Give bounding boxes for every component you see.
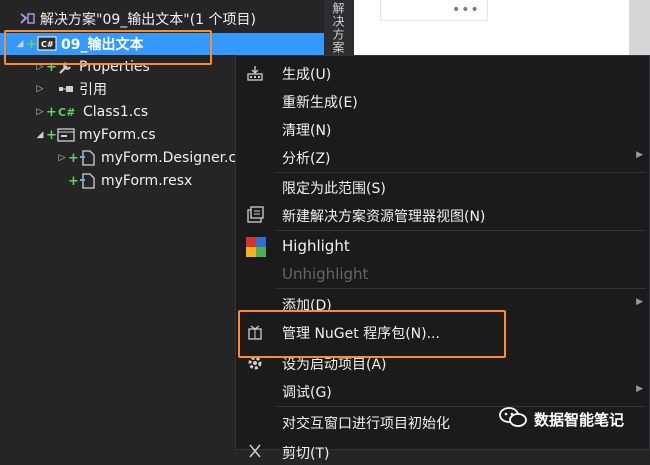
collapsed-arrow-icon[interactable]: ▷ <box>56 153 68 163</box>
menu-item-label: 新建解决方案资源管理器视图(N) <box>282 209 486 225</box>
menu-item-label: 清理(N) <box>282 123 332 139</box>
menu-item-label: 对交互窗口进行项目初始化 <box>282 416 450 432</box>
pending-add-icon: + <box>46 127 57 143</box>
menu-item-label: 分析(Z) <box>282 151 331 167</box>
menu-item-analyze[interactable]: 分析(Z) ▶ <box>236 144 649 170</box>
expand-arrow-icon[interactable]: ◢ <box>34 130 46 140</box>
myform-label: myForm.cs <box>79 127 156 143</box>
pending-add-icon: + <box>68 173 79 189</box>
svg-text:C#: C# <box>58 106 75 119</box>
menu-separator <box>276 230 646 231</box>
scissors-icon <box>246 443 264 461</box>
myform-resx-label: myForm.resx <box>101 173 193 189</box>
file-resource-icon <box>79 173 97 189</box>
submenu-arrow-icon: ▶ <box>636 297 643 307</box>
menu-separator <box>276 172 646 173</box>
references-icon <box>57 81 75 97</box>
highlight-icon <box>246 237 266 257</box>
pending-add-icon: + <box>46 104 57 120</box>
menu-separator <box>276 288 646 289</box>
references-label: 引用 <box>79 82 107 98</box>
solution-label: 解决方案"09_输出文本"(1 个项目) <box>40 12 256 28</box>
menu-item-highlight[interactable]: Highlight <box>236 233 649 259</box>
pending-add-icon: + <box>68 150 79 166</box>
menu-item-clean[interactable]: 清理(N) <box>236 116 649 142</box>
myform-designer-label: myForm.Designer.cs <box>101 150 244 166</box>
menu-item-build[interactable]: 生成(U) <box>236 60 649 86</box>
csharp-file-icon: C# <box>57 104 79 120</box>
wechat-icon <box>498 405 528 433</box>
menu-item-new-explorer-view[interactable]: 新建解决方案资源管理器视图(N) <box>236 202 649 228</box>
menu-item-label: Unhighlight <box>282 265 369 283</box>
scrollbar[interactable] <box>629 0 650 55</box>
menu-item-label: 生成(U) <box>282 67 332 83</box>
more-options-icon[interactable]: ••• <box>452 2 480 18</box>
submenu-arrow-icon: ▶ <box>636 150 643 160</box>
menu-item-label: Highlight <box>282 237 350 255</box>
watermark: 数据智能笔记 <box>498 405 624 433</box>
project-highlight-box <box>4 30 212 65</box>
collapsed-arrow-icon[interactable]: ▷ <box>34 107 46 117</box>
build-icon <box>246 64 264 82</box>
menu-item-cut[interactable]: 剪切(T) <box>236 439 649 465</box>
tree-item-solution[interactable]: 解决方案"09_输出文本"(1 个项目) <box>0 8 324 30</box>
menu-item-debug[interactable]: 调试(G) ▶ <box>236 378 649 404</box>
menu-item-label: 重新生成(E) <box>282 95 358 111</box>
menu-item-label: 限定为此范围(S) <box>282 181 386 197</box>
nuget-highlight-box <box>238 310 506 358</box>
menu-item-label: 调试(G) <box>282 385 332 401</box>
menu-item-label: 剪切(T) <box>282 446 330 462</box>
menu-item-scope-to-this[interactable]: 限定为此范围(S) <box>236 174 649 200</box>
context-menu: 生成(U) 重新生成(E) 清理(N) 分析(Z) ▶ 限定为此范围(S) 新建… <box>235 55 650 462</box>
class1-label: Class1.cs <box>83 104 149 120</box>
collapsed-arrow-icon[interactable]: ▷ <box>34 84 46 94</box>
form-icon <box>57 127 75 143</box>
new-view-icon <box>246 206 264 224</box>
submenu-arrow-icon: ▶ <box>636 384 643 394</box>
solution-icon <box>18 11 36 27</box>
menu-item-rebuild[interactable]: 重新生成(E) <box>236 88 649 114</box>
menu-item-unhighlight: Unhighlight <box>236 261 649 287</box>
watermark-text: 数据智能笔记 <box>534 410 625 429</box>
file-code-icon <box>79 150 97 166</box>
